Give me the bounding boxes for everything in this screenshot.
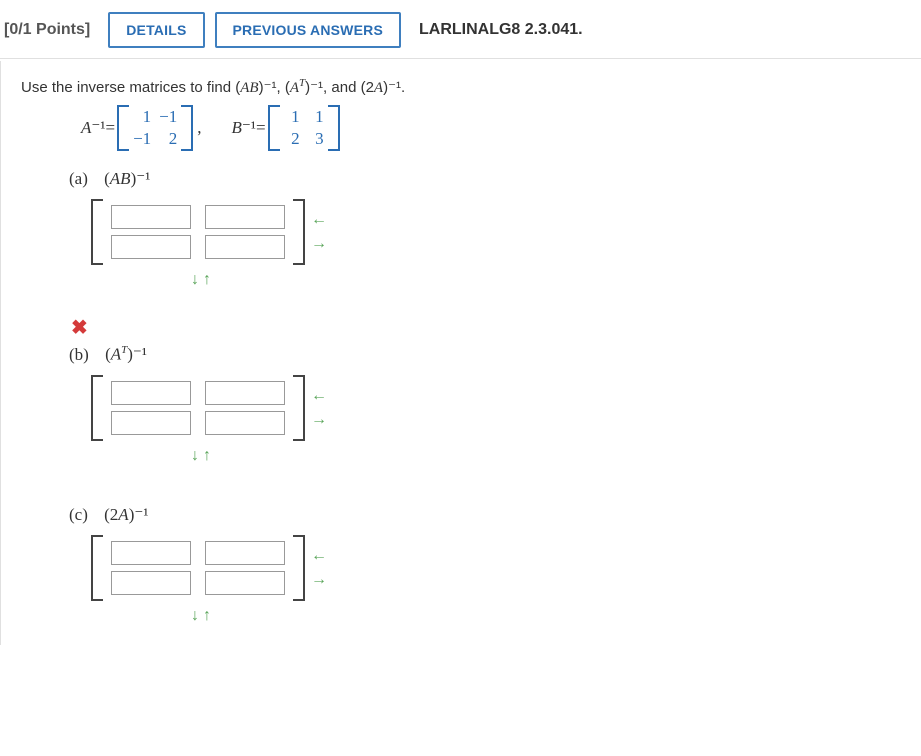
add-row-icon[interactable]: ↓: [191, 271, 203, 288]
remove-row-icon[interactable]: ↑: [203, 271, 215, 288]
prompt-seg: )⁻¹.: [383, 79, 405, 96]
col-resize-arrows[interactable]: ↓↑: [191, 607, 921, 625]
part-tag: (c): [69, 505, 88, 524]
mat-cell: 1: [284, 107, 300, 127]
prompt-var: AB: [240, 80, 258, 96]
mat-cell: 1: [308, 107, 324, 127]
part-tag: (b): [69, 345, 89, 364]
mat-cell: 2: [284, 129, 300, 149]
answer-cell-c-21[interactable]: [111, 571, 191, 595]
mat-cell: 3: [308, 129, 324, 149]
row-resize-arrows[interactable]: ← →: [311, 548, 327, 588]
answer-cell-c-12[interactable]: [205, 541, 285, 565]
part-c-label: (c) (2A)⁻¹: [69, 505, 921, 525]
b-inverse-label: B: [232, 118, 242, 138]
mat-cell: −1: [159, 107, 177, 127]
part-c: (c) (2A)⁻¹ ← → ↓↑: [69, 505, 921, 625]
answer-cell-a-12[interactable]: [205, 205, 285, 229]
prompt-seg: )⁻¹, (: [259, 79, 290, 96]
remove-row-icon[interactable]: ↑: [203, 447, 215, 464]
add-column-icon[interactable]: →: [311, 236, 327, 252]
row-resize-arrows[interactable]: ← →: [311, 388, 327, 428]
question-content: Use the inverse matrices to find (AB)⁻¹,…: [0, 61, 921, 645]
part-c-answer: ← →: [91, 535, 921, 601]
answer-cell-b-12[interactable]: [205, 381, 285, 405]
prompt-seg: )⁻¹, and (2: [305, 79, 374, 96]
expr-var: A: [111, 345, 121, 364]
answer-matrix: [91, 199, 305, 265]
expr-seg: )⁻¹: [129, 505, 149, 524]
answer-cell-b-11[interactable]: [111, 381, 191, 405]
points-label: [0/1 Points]: [0, 21, 108, 39]
prompt-seg: Use the inverse matrices to find (: [21, 79, 240, 96]
add-column-icon[interactable]: →: [311, 412, 327, 428]
part-tag: (a): [69, 169, 88, 188]
part-b-label: (b) (AT)⁻¹: [69, 344, 921, 365]
add-column-icon[interactable]: →: [311, 572, 327, 588]
remove-column-icon[interactable]: ←: [311, 548, 327, 564]
equals: =: [256, 118, 266, 138]
incorrect-icon: ✖: [71, 315, 921, 340]
expr-seg: (2: [104, 505, 118, 524]
prompt-var: A: [290, 80, 299, 96]
answer-matrix: [91, 535, 305, 601]
b-inverse-matrix: 1 1 2 3: [268, 105, 340, 151]
a-inverse-matrix: 1 −1 −1 2: [117, 105, 193, 151]
part-a: (a) (AB)⁻¹ ← → ↓↑: [69, 169, 921, 289]
a-inverse-exp: ⁻¹: [91, 118, 105, 138]
expr-seg: )⁻¹: [127, 345, 147, 364]
answer-cell-b-21[interactable]: [111, 411, 191, 435]
details-button[interactable]: DETAILS: [108, 12, 204, 48]
add-row-icon[interactable]: ↓: [191, 447, 203, 464]
b-inverse-exp: ⁻¹: [242, 118, 256, 138]
previous-answers-button[interactable]: PREVIOUS ANSWERS: [215, 12, 401, 48]
answer-cell-a-11[interactable]: [111, 205, 191, 229]
part-b: (b) (AT)⁻¹ ← → ↓↑: [69, 344, 921, 465]
mat-cell: −1: [133, 129, 151, 149]
answer-cell-a-21[interactable]: [111, 235, 191, 259]
prompt-var: A: [374, 80, 383, 96]
row-resize-arrows[interactable]: ← →: [311, 212, 327, 252]
add-row-icon[interactable]: ↓: [191, 607, 203, 624]
remove-column-icon[interactable]: ←: [311, 388, 327, 404]
col-resize-arrows[interactable]: ↓↑: [191, 447, 921, 465]
remove-row-icon[interactable]: ↑: [203, 607, 215, 624]
expr-var: A: [118, 505, 128, 524]
question-header: [0/1 Points] DETAILS PREVIOUS ANSWERS LA…: [0, 0, 921, 59]
mat-cell: 2: [159, 129, 177, 149]
answer-cell-b-22[interactable]: [205, 411, 285, 435]
part-a-label: (a) (AB)⁻¹: [69, 169, 921, 189]
part-a-answer: ← →: [91, 199, 921, 265]
col-resize-arrows[interactable]: ↓↑: [191, 271, 921, 289]
answer-cell-c-22[interactable]: [205, 571, 285, 595]
answer-cell-c-11[interactable]: [111, 541, 191, 565]
prompt-text: Use the inverse matrices to find (AB)⁻¹,…: [21, 77, 921, 97]
given-equations: A⁻¹ = 1 −1 −1 2 , B⁻¹ = 1 1 2 3: [81, 105, 921, 151]
equals: =: [105, 118, 115, 138]
part-b-answer: ← →: [91, 375, 921, 441]
a-inverse-label: A: [81, 118, 91, 138]
answer-matrix: [91, 375, 305, 441]
question-reference: LARLINALG8 2.3.041.: [419, 21, 583, 39]
remove-column-icon[interactable]: ←: [311, 212, 327, 228]
expr-var: AB: [110, 169, 131, 188]
comma: ,: [197, 118, 201, 138]
answer-cell-a-22[interactable]: [205, 235, 285, 259]
mat-cell: 1: [133, 107, 151, 127]
expr-seg: )⁻¹: [131, 169, 151, 188]
